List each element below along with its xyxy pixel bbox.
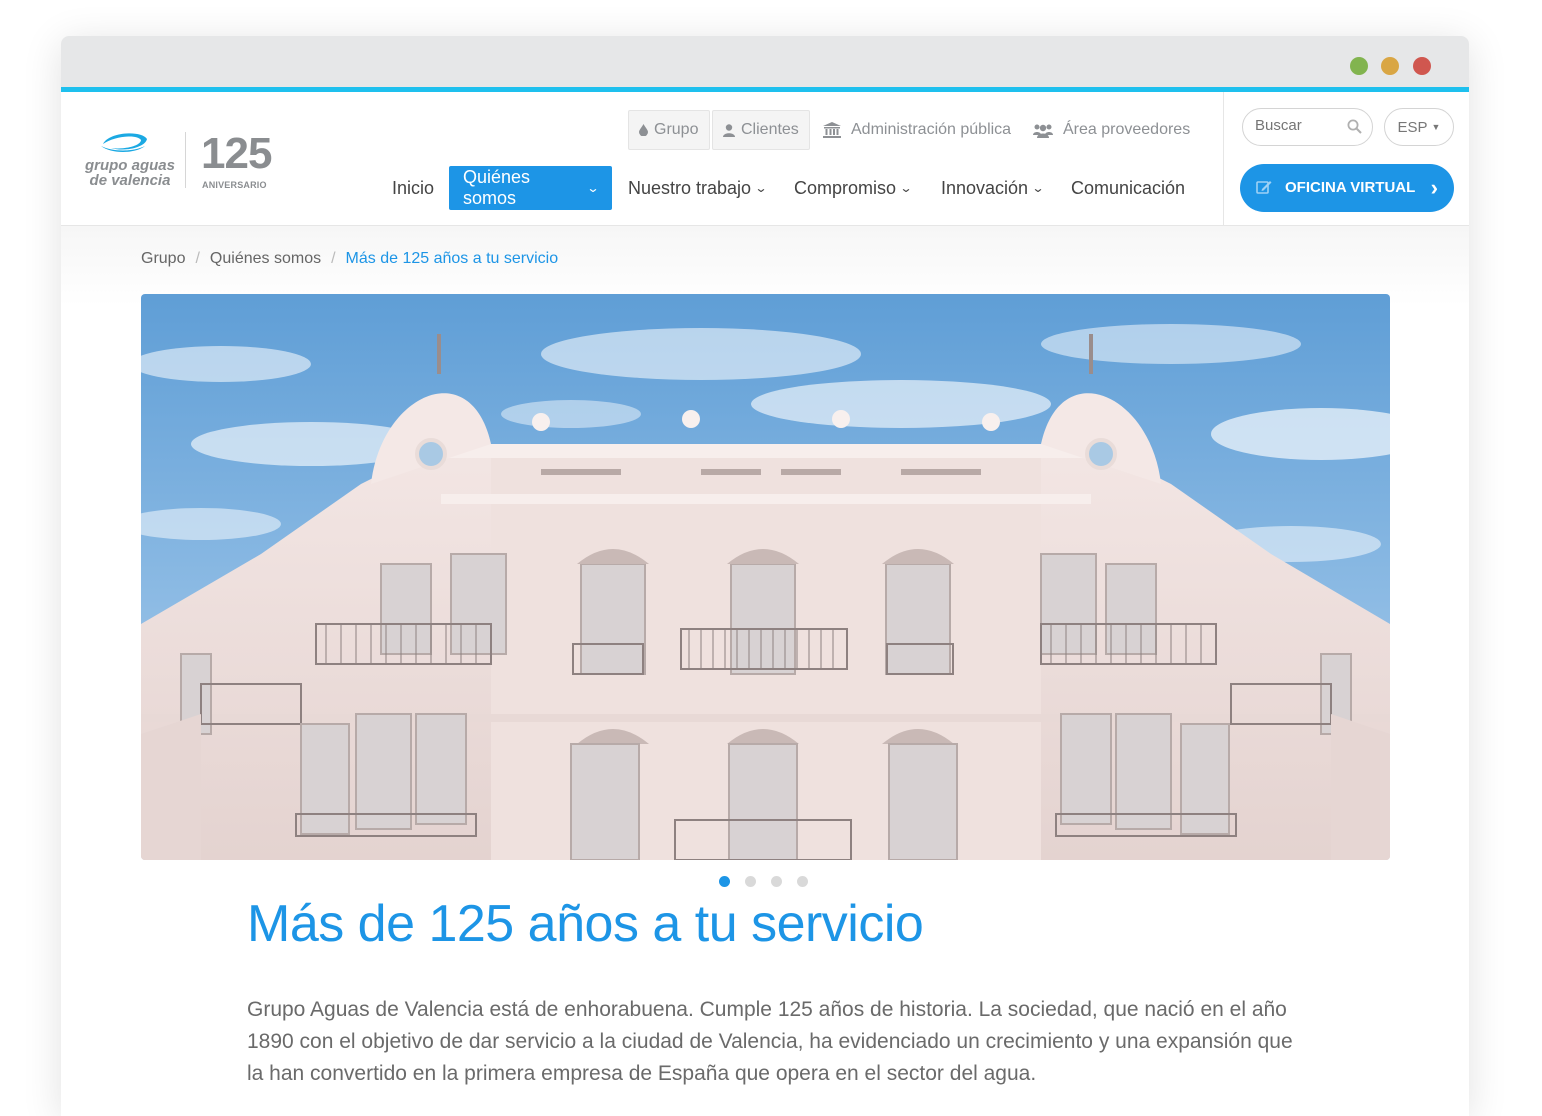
users-icon: [1033, 124, 1053, 138]
search-input[interactable]: [1255, 117, 1341, 134]
nav-nuestro-trabajo[interactable]: Nuestro trabajo ⌄: [614, 166, 780, 210]
nav-label: Quiénes somos: [463, 167, 531, 208]
nav-innovacion[interactable]: Innovación ⌄: [927, 166, 1057, 210]
carousel-dot-3[interactable]: [771, 876, 782, 887]
toplink-label: Clientes: [741, 121, 799, 138]
breadcrumb-separator: /: [331, 250, 336, 267]
oficina-virtual-label: OFICINA VIRTUAL: [1285, 179, 1416, 196]
nav-inicio[interactable]: Inicio: [378, 166, 448, 210]
chevron-right-icon: ›: [1430, 175, 1438, 200]
breadcrumb-item-grupo[interactable]: Grupo: [141, 250, 185, 268]
browser-window: grupo aguas de valencia 125 ANIVERSARIO …: [61, 36, 1469, 1116]
caret-down-icon: ▼: [1431, 122, 1441, 132]
window-titlebar: [61, 36, 1469, 92]
breadcrumb: Grupo / Quiénes somos / Más de 125 años …: [141, 250, 558, 268]
zoom-button[interactable]: [1381, 57, 1399, 75]
nav-label: Nuestro trabajo: [628, 177, 752, 198]
carousel-dot-1[interactable]: [719, 876, 730, 887]
edit-icon: [1256, 181, 1272, 194]
building-photo: [141, 294, 1390, 860]
language-select[interactable]: ESP ▼: [1384, 108, 1454, 146]
carousel-pager: [719, 876, 808, 887]
logo-wordmark[interactable]: grupo aguas de valencia: [81, 158, 179, 188]
logo-divider: [185, 132, 186, 188]
carousel-dot-2[interactable]: [745, 876, 756, 887]
toplink-administracion[interactable]: Administración pública: [813, 110, 1021, 150]
nav-label: Innovación: [941, 177, 1029, 198]
chevron-down-icon: ⌄: [754, 181, 768, 195]
hero-carousel-image[interactable]: [141, 294, 1390, 860]
nav-label: Comunicación: [1071, 177, 1186, 198]
intro-paragraph: Grupo Aguas de Valencia está de enhorabu…: [247, 998, 1293, 1085]
breadcrumb-item-quienes-somos[interactable]: Quiénes somos: [210, 250, 321, 268]
toplink-label: Grupo: [654, 121, 699, 138]
anniversary-number: 125: [201, 129, 272, 178]
user-icon: [723, 123, 735, 137]
toplink-grupo[interactable]: Grupo: [628, 110, 710, 150]
minimize-button[interactable]: [1350, 57, 1368, 75]
toplink-clientes[interactable]: Clientes: [712, 110, 810, 150]
drop-icon: [639, 124, 648, 136]
toplink-proveedores[interactable]: Área proveedores: [1023, 110, 1200, 150]
header-divider: [1223, 92, 1224, 226]
page-title: Más de 125 años a tu servicio: [247, 895, 924, 953]
breadcrumb-item-current: Más de 125 años a tu servicio: [345, 250, 559, 267]
nav-comunicacion[interactable]: Comunicación: [1057, 166, 1199, 210]
site-header: grupo aguas de valencia 125 ANIVERSARIO …: [61, 92, 1469, 226]
oficina-virtual-button[interactable]: OFICINA VIRTUAL ›: [1240, 164, 1454, 212]
logo-swoosh-icon[interactable]: [101, 130, 149, 156]
chevron-down-icon: ⌄: [899, 181, 913, 195]
nav-quienes-somos[interactable]: Quiénes somos ⌄: [449, 166, 612, 210]
chevron-down-icon: ⌄: [586, 181, 600, 195]
carousel-dot-4[interactable]: [797, 876, 808, 887]
nav-label: Inicio: [392, 177, 435, 198]
nav-compromiso[interactable]: Compromiso ⌄: [780, 166, 925, 210]
logo-line-2: de valencia: [89, 172, 171, 189]
toplink-label: Administración pública: [851, 121, 1012, 138]
bank-icon: [823, 122, 841, 138]
chevron-down-icon: ⌄: [1031, 181, 1045, 195]
close-button[interactable]: [1413, 57, 1431, 75]
anniversary-label: ANIVERSARIO: [202, 180, 267, 190]
logo-line-1: grupo aguas: [84, 157, 175, 174]
breadcrumb-separator: /: [195, 250, 200, 267]
search-box[interactable]: [1242, 108, 1373, 146]
toplink-label: Área proveedores: [1063, 121, 1191, 138]
nav-label: Compromiso: [794, 177, 897, 198]
language-value: ESP: [1397, 118, 1428, 136]
search-icon[interactable]: [1347, 119, 1362, 134]
